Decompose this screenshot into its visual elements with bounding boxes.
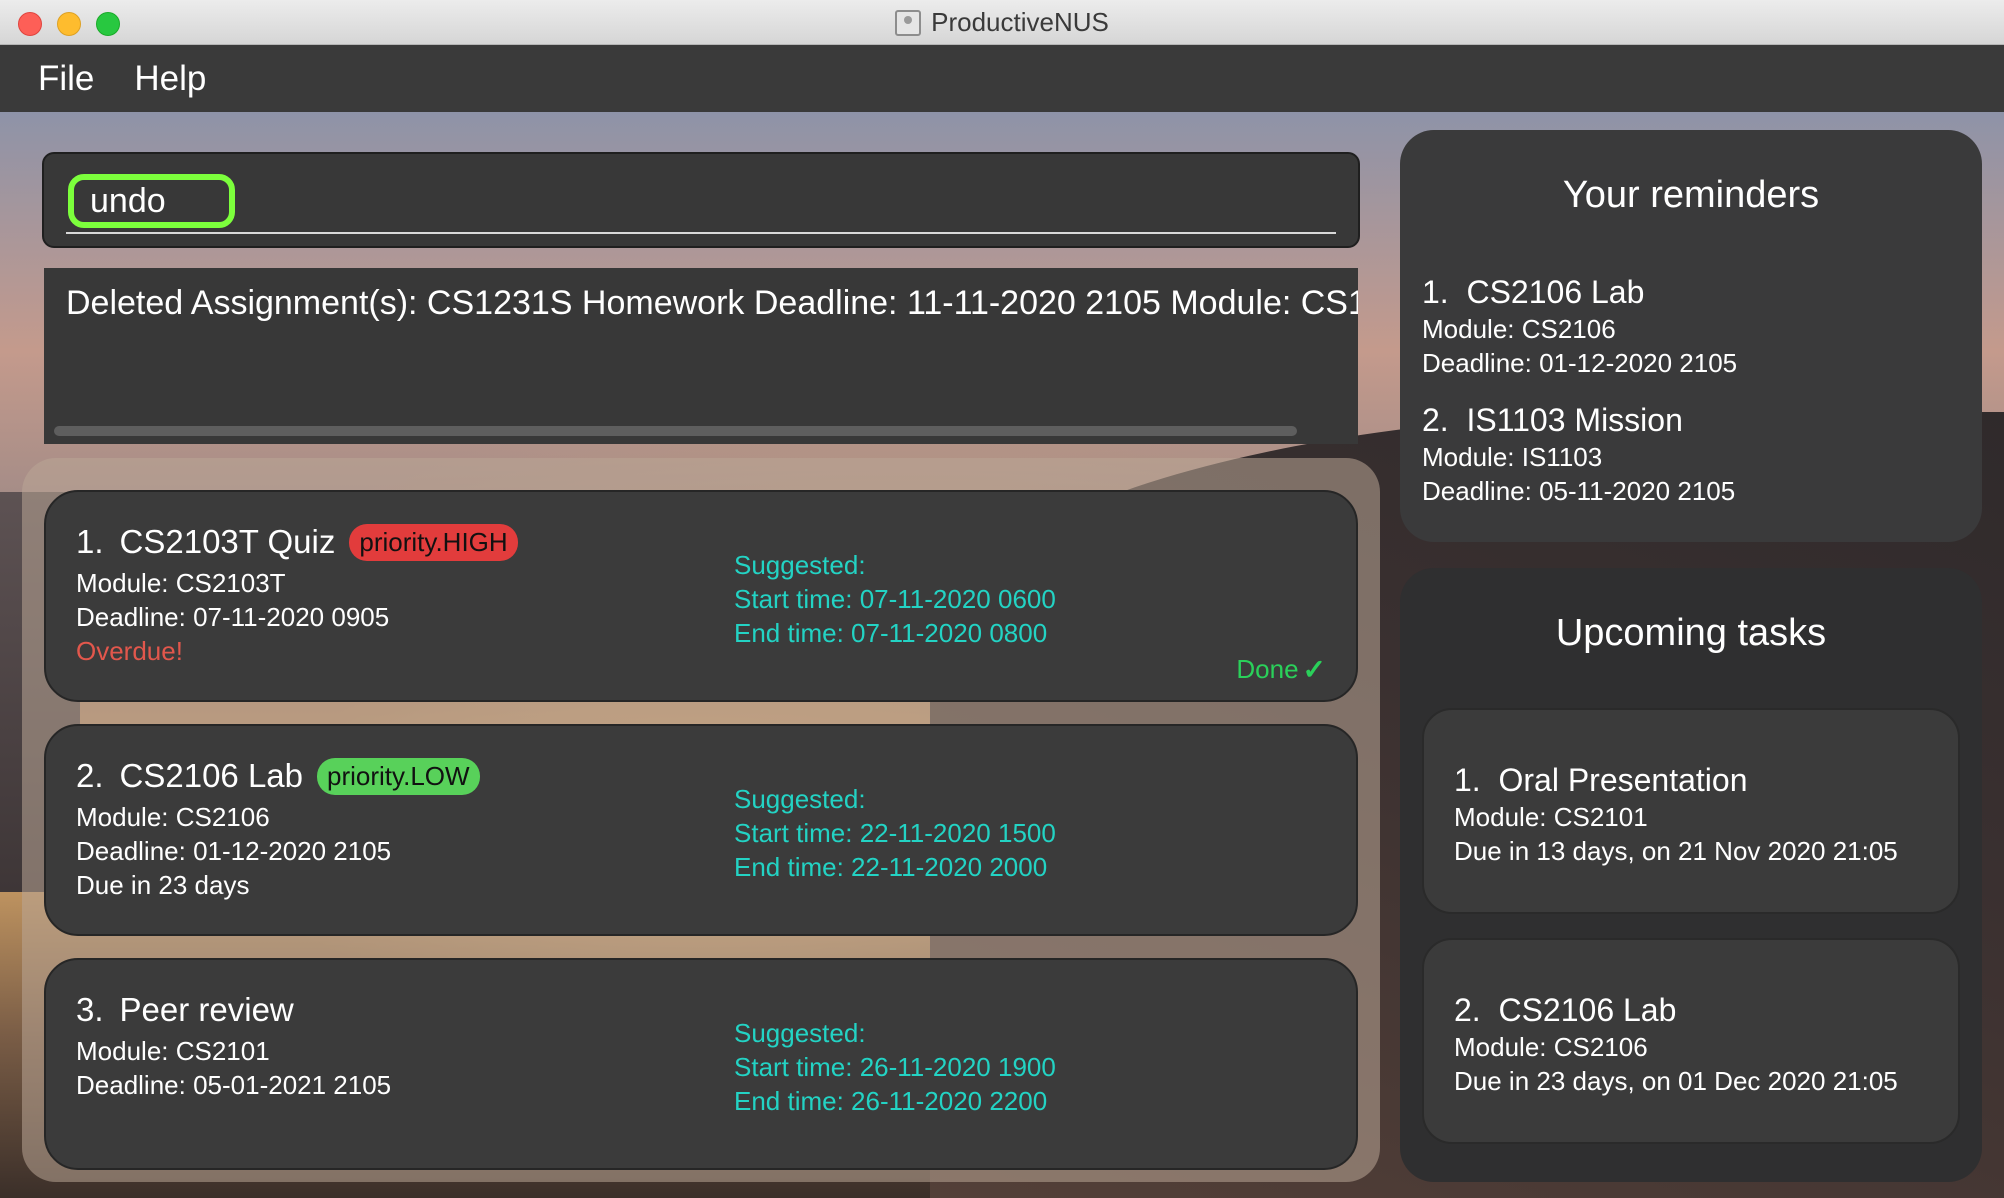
reminders-title: Your reminders <box>1562 174 1820 216</box>
app-window: ProductiveNUS File Help Deleted Assignme… <box>0 0 2004 1198</box>
result-display: Deleted Assignment(s): CS1231S Homework … <box>44 268 1358 444</box>
suggested-start: Start time: 26-11-2020 1900 <box>734 1052 1056 1082</box>
reminders-panel: Your reminders 1. CS2106 Lab Module: CS2… <box>1400 130 1982 542</box>
assignment-card[interactable]: 3. Peer review Module: CS2101 Deadline: … <box>44 958 1358 1170</box>
done-label: Done <box>1236 654 1299 684</box>
assignment-details: 1. CS2103T Quiz priority.HIGH Module: CS… <box>76 520 518 666</box>
upcoming-task-name: Oral Presentation <box>1498 762 1748 798</box>
assignment-index: 2. <box>76 757 104 794</box>
suggested-end: End time: 22-11-2020 2000 <box>734 852 1048 882</box>
reminder-deadline: Deadline: 01-12-2020 2105 <box>1422 348 1738 378</box>
assignment-index: 3. <box>76 991 104 1028</box>
assignment-name: Peer review <box>119 991 294 1028</box>
suggested-label: Suggested: <box>734 1018 866 1048</box>
menu-bar: File Help <box>0 45 2004 112</box>
assignment-module: Module: CS2101 <box>76 1036 270 1066</box>
suggested-end: End time: 26-11-2020 2200 <box>734 1086 1048 1116</box>
reminder-deadline: Deadline: 05-11-2020 2105 <box>1422 476 1736 506</box>
assignment-status: Due in 23 days <box>76 870 250 900</box>
upcoming-task-title: 1. Oral Presentation <box>1454 760 1898 800</box>
priority-badge: priority.HIGH <box>349 523 518 561</box>
upcoming-task-index: 1. <box>1454 762 1481 798</box>
priority-badge: priority.LOW <box>317 757 480 795</box>
assignment-deadline: Deadline: 01-12-2020 2105 <box>76 836 392 866</box>
title-wrap: ProductiveNUS <box>0 0 2004 45</box>
assignment-card[interactable]: 2. CS2106 Lab priority.LOW Module: CS210… <box>44 724 1358 936</box>
window-title: ProductiveNUS <box>931 7 1109 37</box>
menu-file[interactable]: File <box>38 59 94 99</box>
reminder-module: Module: CS2106 <box>1422 314 1616 344</box>
suggested-start: Start time: 07-11-2020 0600 <box>734 584 1056 614</box>
assignment-title: 3. Peer review <box>76 988 391 1032</box>
assignment-index: 1. <box>76 523 104 560</box>
reminder-item[interactable]: 1. CS2106 Lab Module: CS2106 Deadline: 0… <box>1422 272 1737 380</box>
upcoming-task-card[interactable]: 1. Oral Presentation Module: CS2101 Due … <box>1422 708 1960 914</box>
upcoming-task-module: Module: CS2106 <box>1454 1032 1648 1062</box>
assignment-name: CS2106 Lab <box>119 757 304 794</box>
upcoming-task-card[interactable]: 2. CS2106 Lab Module: CS2106 Due in 23 d… <box>1422 938 1960 1144</box>
reminder-title: 1. CS2106 Lab <box>1422 272 1737 312</box>
suggested-label: Suggested: <box>734 550 866 580</box>
upcoming-tasks-panel: Upcoming tasks 1. Oral Presentation Modu… <box>1400 568 1982 1182</box>
upcoming-task-due: Due in 13 days, on 21 Nov 2020 21:05 <box>1454 836 1898 866</box>
assignment-module: Module: CS2106 <box>76 802 270 832</box>
reminder-item[interactable]: 2. IS1103 Mission Module: IS1103 Deadlin… <box>1422 400 1735 508</box>
reminder-title: 2. IS1103 Mission <box>1422 400 1735 440</box>
suggested-label: Suggested: <box>734 784 866 814</box>
assignment-details: 3. Peer review Module: CS2101 Deadline: … <box>76 988 391 1100</box>
assignment-card[interactable]: 1. CS2103T Quiz priority.HIGH Module: CS… <box>44 490 1358 702</box>
reminder-name: CS2106 Lab <box>1466 274 1645 310</box>
app-icon <box>895 9 922 36</box>
upcoming-task-details: 2. CS2106 Lab Module: CS2106 Due in 23 d… <box>1454 990 1898 1098</box>
assignment-details: 2. CS2106 Lab priority.LOW Module: CS210… <box>76 754 480 900</box>
suggested-schedule: Suggested: Start time: 22-11-2020 1500 E… <box>734 782 1056 884</box>
upcoming-task-index: 2. <box>1454 992 1481 1028</box>
upcoming-task-title: 2. CS2106 Lab <box>1454 990 1898 1030</box>
assignment-status: Overdue! <box>76 636 183 666</box>
assignment-deadline: Deadline: 05-01-2021 2105 <box>76 1070 392 1100</box>
upcoming-task-module: Module: CS2101 <box>1454 802 1648 832</box>
menu-help[interactable]: Help <box>134 59 206 99</box>
upcoming-task-name: CS2106 Lab <box>1498 992 1677 1028</box>
upcoming-task-details: 1. Oral Presentation Module: CS2101 Due … <box>1454 760 1898 868</box>
assignment-module: Module: CS2103T <box>76 568 286 598</box>
assignment-title: 2. CS2106 Lab priority.LOW <box>76 754 480 798</box>
suggested-schedule: Suggested: Start time: 26-11-2020 1900 E… <box>734 1016 1056 1118</box>
assignment-deadline: Deadline: 07-11-2020 0905 <box>76 602 390 632</box>
reminder-module: Module: IS1103 <box>1422 442 1603 472</box>
title-bar: ProductiveNUS <box>0 0 2004 45</box>
reminder-index: 2. <box>1422 402 1449 438</box>
result-text: Deleted Assignment(s): CS1231S Homework … <box>66 284 1358 322</box>
upcoming-task-due: Due in 23 days, on 01 Dec 2020 21:05 <box>1454 1066 1898 1096</box>
suggested-end: End time: 07-11-2020 0800 <box>734 618 1048 648</box>
suggested-schedule: Suggested: Start time: 07-11-2020 0600 E… <box>734 548 1056 650</box>
command-input[interactable] <box>68 174 235 228</box>
reminder-index: 1. <box>1422 274 1449 310</box>
assignment-title: 1. CS2103T Quiz priority.HIGH <box>76 520 518 564</box>
check-icon: ✓ <box>1302 654 1326 685</box>
command-underline <box>66 232 1336 234</box>
suggested-start: Start time: 22-11-2020 1500 <box>734 818 1056 848</box>
done-indicator: Done ✓ <box>1236 653 1326 686</box>
command-box <box>42 152 1360 248</box>
result-horizontal-scrollbar[interactable] <box>54 426 1297 436</box>
upcoming-title: Upcoming tasks <box>1555 612 1827 654</box>
assignment-name: CS2103T Quiz <box>119 523 336 560</box>
reminder-name: IS1103 Mission <box>1466 402 1683 438</box>
